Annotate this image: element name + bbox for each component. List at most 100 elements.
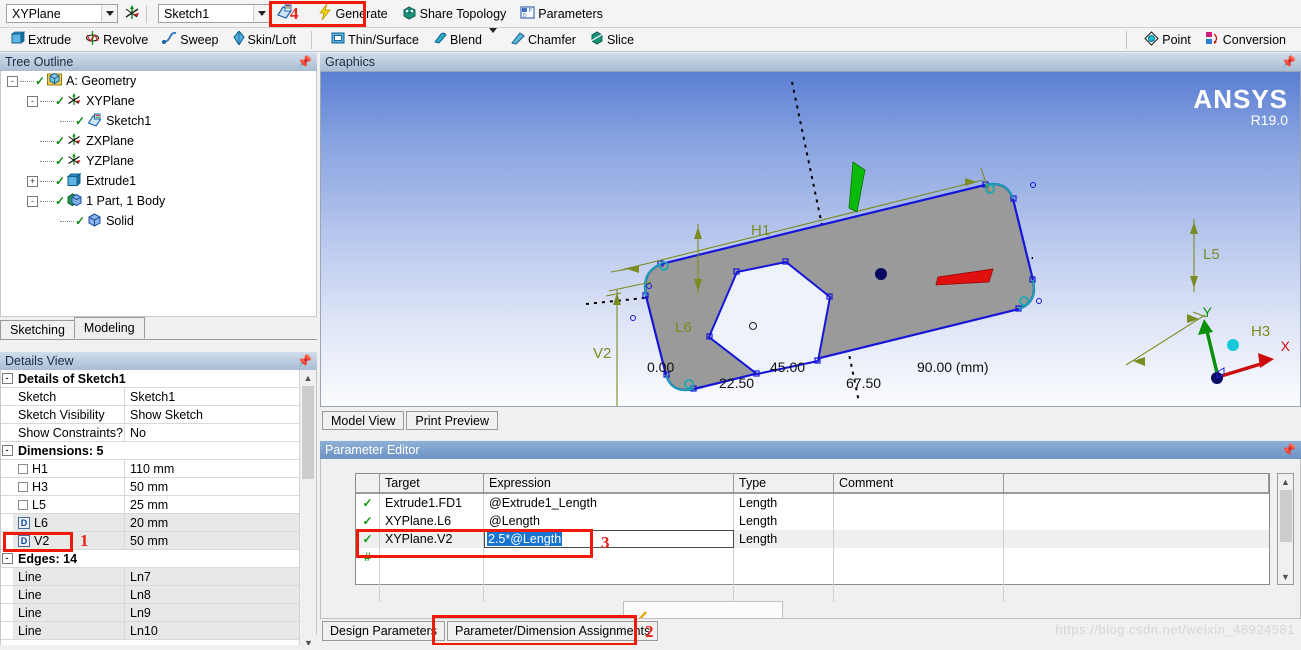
tree-item-extrude1[interactable]: + ✓ Extrude1 bbox=[1, 171, 316, 191]
details-row-h1[interactable]: H1 110 mm bbox=[1, 460, 300, 478]
target-cell[interactable]: Extrude1.FD1 bbox=[380, 494, 484, 512]
expression-cell[interactable] bbox=[484, 584, 734, 602]
parameter-row[interactable]: # bbox=[356, 548, 1269, 566]
parameter-table-scrollbar[interactable]: ▲ ▼ bbox=[1277, 473, 1294, 585]
dimension-checkbox[interactable] bbox=[18, 499, 28, 510]
tab-design-parameters[interactable]: Design Parameters bbox=[322, 621, 445, 641]
tree-item-1-part-1-body[interactable]: - ✓ 1 Part, 1 Body bbox=[1, 191, 316, 211]
details-row-sketch[interactable]: Sketch Sketch1 bbox=[1, 388, 300, 406]
tree-toggle-icon[interactable]: - bbox=[27, 195, 38, 207]
target-cell[interactable]: XYPlane.V2 bbox=[380, 530, 484, 548]
tree-item-zxplane[interactable]: ✓ ZXPlane bbox=[1, 131, 316, 151]
details-row-l5[interactable]: L5 25 mm bbox=[1, 496, 300, 514]
comment-cell[interactable] bbox=[834, 548, 1004, 566]
pin-icon[interactable]: 📌 bbox=[1281, 443, 1296, 457]
parameter-table[interactable]: Target Expression Type Comment ✓ Extrude1… bbox=[355, 473, 1270, 602]
scrollbar-thumb[interactable] bbox=[302, 386, 314, 479]
details-toggle-icon[interactable]: - bbox=[1, 442, 13, 459]
tree-toggle-icon[interactable]: - bbox=[27, 95, 38, 107]
expression-cell[interactable] bbox=[484, 566, 734, 584]
details-value[interactable]: Ln9 bbox=[125, 604, 300, 621]
parameter-row[interactable]: ✓ XYPlane.V2 2.5*@Length Length bbox=[356, 530, 1269, 548]
tree-item-sketch1[interactable]: ✓ Sketch1 bbox=[1, 111, 316, 131]
parameters-button[interactable]: P D Parameters bbox=[513, 3, 610, 25]
new-row-icon[interactable]: # bbox=[364, 550, 371, 564]
details-value[interactable]: 50 mm bbox=[125, 478, 300, 495]
driven-badge[interactable]: D bbox=[18, 516, 30, 529]
parameter-row[interactable] bbox=[356, 566, 1269, 584]
details-value[interactable]: Ln8 bbox=[125, 586, 300, 603]
tab-modeling[interactable]: Modeling bbox=[73, 317, 145, 339]
type-cell[interactable] bbox=[734, 584, 834, 602]
comment-cell[interactable] bbox=[834, 512, 1004, 530]
comment-cell[interactable] bbox=[834, 530, 1004, 548]
details-row-show-constraints[interactable]: Show Constraints? No bbox=[1, 424, 300, 442]
details-value[interactable]: 20 mm bbox=[125, 514, 300, 531]
slice-button[interactable]: Slice bbox=[583, 29, 641, 51]
chevron-down-icon[interactable] bbox=[489, 27, 497, 47]
driven-badge[interactable]: D bbox=[18, 534, 30, 547]
details-value[interactable]: Sketch1 bbox=[125, 388, 300, 405]
blend-button[interactable]: Blend bbox=[426, 27, 504, 51]
details-value[interactable]: Ln7 bbox=[125, 568, 300, 585]
generate-button[interactable]: Generate bbox=[311, 3, 395, 25]
details-value[interactable]: 25 mm bbox=[125, 496, 300, 513]
tree-toggle-icon[interactable]: + bbox=[27, 175, 38, 187]
pin-icon[interactable]: 📌 bbox=[1281, 55, 1296, 69]
details-toggle-icon[interactable]: - bbox=[1, 550, 13, 567]
col-comment[interactable]: Comment bbox=[834, 474, 1004, 492]
tree-outline-panel[interactable]: - ✓ A: Geometry - ✓ XYPlane ✓ Sketch1 ✓ ZXPlane ✓ Y… bbox=[0, 71, 317, 317]
type-cell[interactable] bbox=[734, 548, 834, 566]
details-view-panel[interactable]: - Details of Sketch1 Sketch Sketch1 Sketch V… bbox=[0, 370, 317, 650]
details-row-line[interactable]: Line Ln8 bbox=[1, 586, 300, 604]
col-expression[interactable]: Expression bbox=[484, 474, 734, 492]
details-value[interactable]: 110 mm bbox=[125, 460, 300, 477]
scroll-down-icon[interactable]: ▼ bbox=[1278, 569, 1293, 584]
tab-print-preview[interactable]: Print Preview bbox=[406, 411, 499, 430]
pin-icon[interactable]: 📌 bbox=[297, 354, 312, 368]
sweep-button[interactable]: Sweep bbox=[155, 29, 225, 51]
comment-cell[interactable] bbox=[834, 566, 1004, 584]
target-cell[interactable] bbox=[380, 566, 484, 584]
details-toggle-icon[interactable]: - bbox=[1, 370, 13, 387]
comment-cell[interactable] bbox=[834, 494, 1004, 512]
graphics-viewport[interactable]: ANSYS R19.0 H1 L5 L6 V2 H3 0.00 45.00 90… bbox=[320, 71, 1301, 407]
expression-cell[interactable]: @Extrude1_Length bbox=[484, 494, 734, 512]
details-row-l6[interactable]: D L6 20 mm bbox=[1, 514, 300, 532]
details-row-dimensions-5[interactable]: - Dimensions: 5 bbox=[1, 442, 300, 460]
share-topology-button[interactable]: Share Topology bbox=[395, 3, 514, 25]
details-scrollbar[interactable]: ▲ ▼ bbox=[299, 370, 317, 650]
tab-parameter-dimension-assignments[interactable]: Parameter/Dimension Assignments bbox=[447, 621, 659, 641]
details-row-details-of-sketch1[interactable]: - Details of Sketch1 bbox=[1, 370, 300, 388]
parameter-row[interactable]: ✓ Extrude1.FD1 @Extrude1_Length Length bbox=[356, 494, 1269, 512]
dimension-checkbox[interactable] bbox=[18, 481, 28, 492]
details-row-v2[interactable]: D V2 50 mm bbox=[1, 532, 300, 550]
thin-surface-button[interactable]: Thin/Surface bbox=[324, 29, 426, 51]
skin-loft-button[interactable]: Skin/Loft bbox=[226, 29, 304, 51]
point-button[interactable]: Point bbox=[1137, 29, 1198, 51]
pin-icon[interactable]: 📌 bbox=[297, 55, 312, 69]
parameter-row[interactable] bbox=[356, 584, 1269, 602]
check-button[interactable] bbox=[623, 601, 783, 618]
details-row-sketch-visibility[interactable]: Sketch Visibility Show Sketch bbox=[1, 406, 300, 424]
details-row-line[interactable]: Line Ln10 bbox=[1, 622, 300, 640]
details-row-line[interactable]: Line Ln7 bbox=[1, 568, 300, 586]
tree-item-solid[interactable]: ✓ Solid bbox=[1, 211, 316, 231]
col-type[interactable]: Type bbox=[734, 474, 834, 492]
tree-toggle-icon[interactable]: - bbox=[7, 75, 18, 87]
sketch-select[interactable]: Sketch1 bbox=[158, 4, 270, 23]
chamfer-button[interactable]: Chamfer bbox=[504, 29, 583, 51]
details-row-edges-14[interactable]: - Edges: 14 bbox=[1, 550, 300, 568]
tab-sketching[interactable]: Sketching bbox=[0, 320, 75, 339]
type-cell[interactable] bbox=[734, 566, 834, 584]
revolve-button[interactable]: Revolve bbox=[78, 29, 155, 51]
expression-cell[interactable]: @Length bbox=[484, 512, 734, 530]
scrollbar-thumb[interactable] bbox=[1280, 490, 1292, 542]
plane-axis-icon[interactable] bbox=[124, 4, 141, 24]
details-value[interactable]: No bbox=[125, 424, 300, 441]
type-cell[interactable]: Length bbox=[734, 494, 834, 512]
dimension-checkbox[interactable] bbox=[18, 463, 28, 474]
type-cell[interactable]: Length bbox=[734, 512, 834, 530]
tree-item-yzplane[interactable]: ✓ YZPlane bbox=[1, 151, 316, 171]
chevron-down-icon[interactable] bbox=[101, 5, 117, 22]
